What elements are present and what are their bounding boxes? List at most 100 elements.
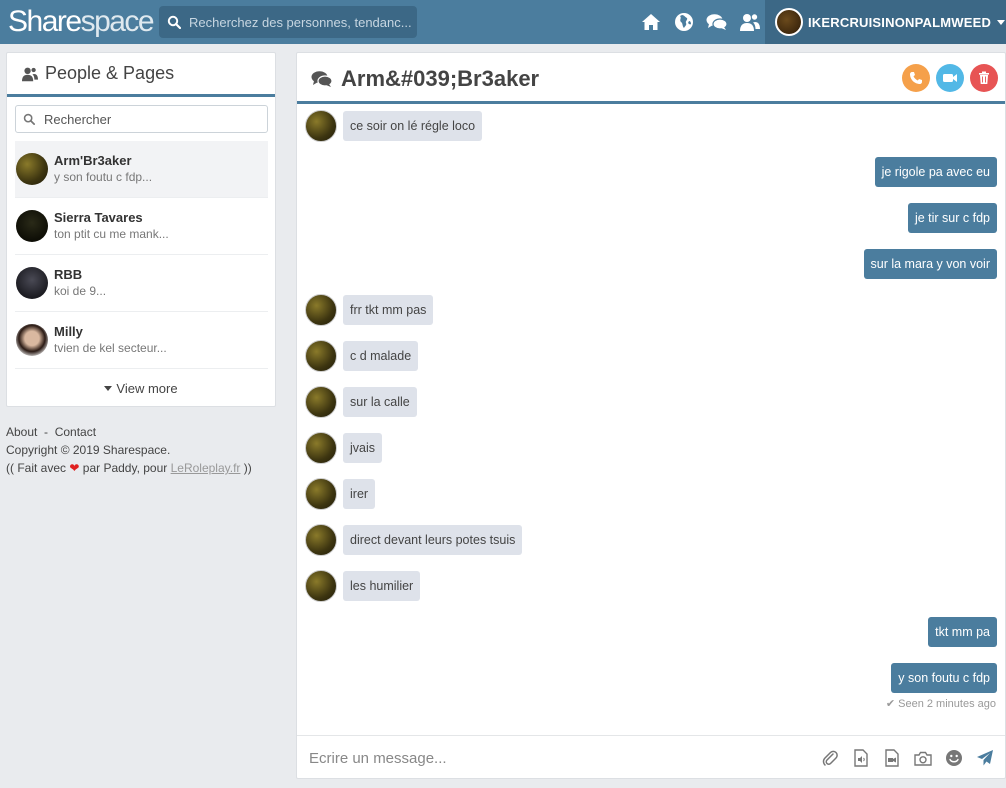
user-menu[interactable]: IKERCRUISINONPALMWEED: [765, 0, 1006, 44]
chat-icon: [311, 71, 333, 87]
video-call-button[interactable]: [936, 64, 964, 92]
footer-separator: -: [44, 425, 49, 439]
message-bubble: jvais: [343, 433, 383, 463]
credit-prefix: (( Fait avec: [6, 461, 67, 475]
search-icon: [167, 15, 181, 29]
contact-preview: y son foutu c fdp...: [54, 170, 153, 184]
users-icon: [22, 66, 38, 81]
message-row-incoming: les humilier: [297, 570, 1005, 602]
phone-icon: [910, 72, 922, 84]
smiley-icon[interactable]: [942, 746, 966, 770]
contact-name: Arm'Br3aker: [54, 153, 132, 168]
nav-icon-group: [638, 9, 763, 35]
search-icon: [23, 113, 35, 125]
chat-panel: Arm&#039;Br3aker ce soir on lé régle loc…: [296, 52, 1006, 779]
home-icon[interactable]: [638, 9, 664, 35]
trash-icon: [979, 71, 989, 84]
message-list: ce soir on lé régle loco je rigole pa av…: [297, 107, 1005, 735]
checkmark-icon: ✔: [885, 698, 896, 710]
global-search: [159, 6, 417, 38]
composer-toolbar: [818, 746, 997, 770]
message-row-incoming: jvais: [297, 432, 1005, 464]
message-bubble: sur la mara y von voir: [863, 249, 997, 279]
send-icon[interactable]: [973, 746, 997, 770]
contact-preview: ton ptit cu me mank...: [54, 227, 169, 241]
contact-preview: koi de 9...: [54, 284, 107, 298]
message-bubble: sur la calle: [343, 387, 417, 417]
sharespace-logo[interactable]: Sharespace: [8, 4, 155, 40]
message-row-incoming: sur la calle: [297, 386, 1005, 418]
contact-item[interactable]: Sierra Tavares ton ptit cu me mank...: [15, 198, 268, 255]
credit-line: (( Fait avec ❤ par Paddy, pour LeRolepla…: [6, 459, 252, 477]
credit-suffix: )): [243, 461, 252, 475]
message-row-incoming: c d malade: [297, 340, 1005, 372]
contact-item[interactable]: RBB koi de 9...: [15, 255, 268, 312]
message-bubble: je rigole pa avec eu: [874, 157, 997, 187]
message-row-outgoing: y son foutu c fdp: [297, 662, 1005, 694]
message-row-outgoing: je tir sur c fdp: [297, 202, 1005, 234]
about-link[interactable]: About: [6, 425, 37, 439]
sender-avatar: [305, 478, 337, 510]
global-search-input[interactable]: [189, 6, 413, 38]
people-pages-panel: People & Pages Arm'Br3aker y son foutu c…: [6, 52, 276, 407]
people-search: [15, 105, 268, 133]
message-bubble: ce soir on lé régle loco: [343, 111, 483, 141]
message-row-outgoing: je rigole pa avec eu: [297, 156, 1005, 188]
username: IKERCRUISINONPALMWEED: [808, 14, 992, 30]
chat-header: Arm&#039;Br3aker: [297, 53, 1005, 104]
delete-conversation-button[interactable]: [970, 64, 998, 92]
message-row-incoming: ce soir on lé régle loco: [297, 110, 1005, 142]
message-bubble: les humilier: [343, 571, 421, 601]
audio-file-icon[interactable]: [849, 746, 873, 770]
message-row-outgoing: tkt mm pa: [297, 616, 1005, 648]
view-more-link[interactable]: View more: [7, 381, 275, 396]
chevron-down-icon: [997, 19, 1006, 25]
message-bubble: frr tkt mm pas: [343, 295, 434, 325]
people-search-input[interactable]: [44, 106, 264, 132]
contact-item[interactable]: Arm'Br3aker y son foutu c fdp...: [15, 141, 268, 198]
camera-icon[interactable]: [911, 746, 935, 770]
message-bubble: direct devant leurs potes tsuis: [343, 525, 523, 555]
users-icon[interactable]: [737, 9, 763, 35]
globe-icon[interactable]: [671, 9, 697, 35]
copyright-text: Copyright © 2019 Sharespace.: [6, 443, 171, 457]
sidebar-footer: About - Contact Copyright © 2019 Sharesp…: [6, 423, 252, 477]
seen-status: ✔ Seen 2 minutes ago: [886, 697, 996, 710]
people-panel-header: People & Pages: [7, 53, 275, 97]
top-navbar: Sharespace IKERCRUISINONPALMWEED: [0, 0, 1006, 44]
contact-avatar: [16, 324, 48, 356]
chat-icon[interactable]: [704, 9, 730, 35]
logo-text-share: Share: [8, 5, 82, 38]
contact-link[interactable]: Contact: [55, 425, 96, 439]
message-row-incoming: frr tkt mm pas: [297, 294, 1005, 326]
contact-avatar: [16, 267, 48, 299]
message-bubble: irer: [343, 479, 376, 509]
video-camera-icon: [943, 74, 957, 82]
message-bubble: je tir sur c fdp: [907, 203, 997, 233]
credit-middle: par Paddy, pour: [82, 461, 168, 475]
message-row-outgoing: sur la mara y von voir: [297, 248, 1005, 280]
video-file-icon[interactable]: [880, 746, 904, 770]
message-bubble: y son foutu c fdp: [891, 663, 997, 693]
people-panel-title: People & Pages: [45, 63, 175, 83]
sender-avatar: [305, 340, 337, 372]
message-bubble: tkt mm pa: [928, 617, 997, 647]
view-more-label: View more: [116, 381, 178, 396]
contact-name: Milly: [54, 324, 83, 339]
chat-title: Arm&#039;Br3aker: [341, 66, 540, 91]
seen-text: Seen 2 minutes ago: [898, 698, 996, 710]
leroleplay-link[interactable]: LeRoleplay.fr: [171, 461, 241, 475]
contact-avatar: [16, 153, 48, 185]
message-row-incoming: irer: [297, 478, 1005, 510]
contact-avatar: [16, 210, 48, 242]
sender-avatar: [305, 432, 337, 464]
message-input[interactable]: [309, 744, 809, 772]
sender-avatar: [305, 524, 337, 556]
sender-avatar: [305, 294, 337, 326]
sender-avatar: [305, 570, 337, 602]
paperclip-icon[interactable]: [818, 746, 842, 770]
contact-name: RBB: [54, 267, 83, 282]
contact-item[interactable]: Milly tvien de kel secteur...: [15, 312, 268, 369]
contact-preview: tvien de kel secteur...: [54, 341, 167, 355]
call-button[interactable]: [902, 64, 930, 92]
